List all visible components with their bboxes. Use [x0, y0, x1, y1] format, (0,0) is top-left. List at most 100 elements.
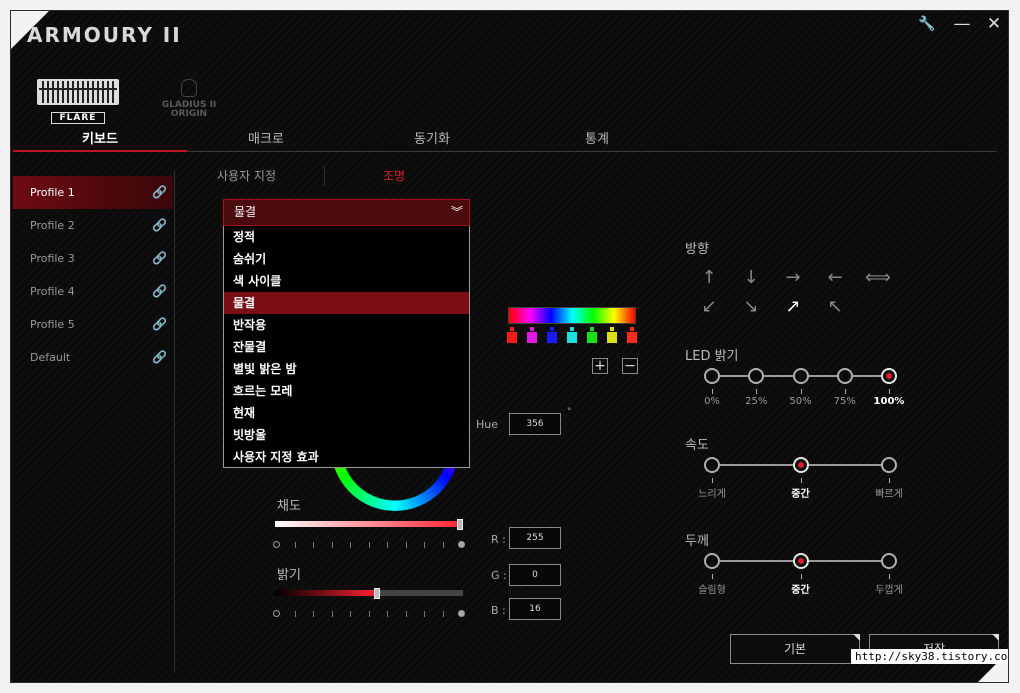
- profile-label: Profile 5: [30, 318, 75, 331]
- slider-tick: [424, 542, 425, 548]
- slider-tick: [387, 611, 388, 617]
- effect-option[interactable]: 색 사이클: [224, 270, 469, 292]
- hue-input[interactable]: 356: [509, 413, 561, 435]
- speed-tick: [800, 478, 802, 483]
- thickness-option[interactable]: [881, 553, 897, 569]
- speed-option[interactable]: [792, 457, 809, 473]
- effect-option[interactable]: 별빛 밝은 밤: [224, 358, 469, 380]
- link-icon[interactable]: 🔗: [152, 242, 167, 275]
- slider-min-dot: [273, 541, 280, 548]
- slider-tick: [442, 542, 444, 548]
- subtab-custom[interactable]: 사용자 지정: [217, 167, 276, 184]
- add-color-button[interactable]: +: [592, 358, 608, 374]
- default-button[interactable]: 기본: [730, 634, 860, 664]
- device-keyboard-label: FLARE: [50, 112, 106, 124]
- arrow-up-left-icon[interactable]: ↖: [823, 296, 847, 318]
- effect-option[interactable]: 흐르는 모레: [224, 380, 469, 402]
- color-spectrum-bar[interactable]: [508, 307, 636, 324]
- led-brightness-option[interactable]: [881, 368, 897, 384]
- led-brightness-option-label: 50%: [789, 396, 812, 407]
- led-brightness-option[interactable]: [792, 368, 809, 384]
- palette-color-swatch[interactable]: [526, 327, 538, 344]
- effect-dropdown[interactable]: 물결 ︾: [223, 199, 470, 226]
- link-icon[interactable]: 🔗: [152, 308, 167, 341]
- tab-macro[interactable]: 매크로: [179, 129, 353, 151]
- slider-min-dot: [273, 610, 280, 617]
- speed-label: 속도: [685, 438, 709, 453]
- link-icon[interactable]: 🔗: [152, 341, 167, 374]
- b-input[interactable]: 16: [509, 598, 561, 620]
- thickness-option[interactable]: [704, 553, 720, 569]
- link-icon[interactable]: 🔗: [152, 176, 167, 209]
- thickness-tick: [889, 574, 890, 579]
- saturation-slider[interactable]: [275, 521, 463, 527]
- palette-color-swatch[interactable]: [586, 327, 598, 344]
- profile-item-4[interactable]: Profile 4 🔗: [13, 275, 173, 308]
- device-keyboard[interactable]: FLARE: [37, 79, 119, 124]
- effect-option[interactable]: 잔물결: [224, 336, 469, 358]
- device-mouse[interactable]: GLADIUS II ORIGIN: [149, 79, 229, 119]
- tab-sync[interactable]: 동기화: [345, 129, 519, 151]
- effect-selected: 물결: [234, 205, 257, 219]
- profile-item-3[interactable]: Profile 3 🔗: [13, 242, 173, 275]
- arrow-down-left-icon[interactable]: ↙: [697, 296, 721, 318]
- effect-option[interactable]: 물결: [224, 292, 469, 314]
- subtab-divider: [324, 166, 325, 186]
- profile-label: Profile 1: [30, 186, 75, 199]
- speed-option-label: 느리게: [698, 489, 726, 500]
- arrow-right-icon[interactable]: →: [781, 267, 805, 289]
- slider-tick: [313, 542, 314, 548]
- palette-color-swatch[interactable]: [566, 327, 578, 344]
- palette-color-swatch[interactable]: [606, 327, 618, 344]
- speed-option[interactable]: [881, 457, 897, 473]
- speed-option[interactable]: [704, 457, 720, 473]
- arrow-down-right-icon[interactable]: ↘: [739, 296, 763, 318]
- led-brightness-tick: [712, 389, 713, 394]
- slider-max-dot: [458, 610, 465, 617]
- slider-tick: [405, 542, 407, 548]
- brightness-slider[interactable]: [275, 590, 463, 596]
- palette-color-swatch[interactable]: [626, 327, 638, 344]
- slider-tick: [331, 542, 333, 548]
- palette-color-swatch[interactable]: [546, 327, 558, 344]
- profile-sidebar: Profile 1 🔗 Profile 2 🔗 Profile 3 🔗 Profile…: [13, 176, 173, 374]
- effect-option[interactable]: 정적: [224, 226, 469, 248]
- close-button[interactable]: ✕: [983, 13, 1005, 35]
- effect-option[interactable]: 사용자 지정 효과: [224, 446, 469, 468]
- arrow-left-right-icon[interactable]: ⟺: [865, 267, 891, 289]
- saturation-slider-knob[interactable]: [457, 519, 463, 530]
- slider-tick: [294, 611, 296, 617]
- palette-color-swatch[interactable]: [506, 327, 518, 344]
- r-input[interactable]: 255: [509, 527, 561, 549]
- profile-item-5[interactable]: Profile 5 🔗: [13, 308, 173, 341]
- thickness-option[interactable]: [792, 553, 809, 569]
- saturation-ticks: [273, 539, 465, 551]
- arrow-down-icon[interactable]: ↓: [739, 267, 763, 289]
- effect-option[interactable]: 빗방울: [224, 424, 469, 446]
- remove-color-button[interactable]: −: [622, 358, 638, 374]
- subtab-lighting[interactable]: 조명: [383, 167, 405, 184]
- led-brightness-option[interactable]: [748, 368, 765, 384]
- tab-stats[interactable]: 통계: [510, 129, 684, 151]
- led-brightness-option[interactable]: [836, 368, 853, 384]
- chevron-down-icon: ︾: [450, 205, 463, 219]
- effect-option[interactable]: 현재: [224, 402, 469, 424]
- g-input[interactable]: 0: [509, 564, 561, 586]
- sidebar-divider: [174, 171, 175, 671]
- effect-option[interactable]: 숨쉬기: [224, 248, 469, 270]
- link-icon[interactable]: 🔗: [152, 209, 167, 242]
- wrench-icon[interactable]: 🔧: [916, 13, 938, 35]
- link-icon[interactable]: 🔗: [152, 275, 167, 308]
- minimize-button[interactable]: —: [951, 13, 973, 35]
- led-brightness-option[interactable]: [704, 368, 720, 384]
- speed-option-label: 중간: [791, 489, 810, 500]
- arrow-up-right-icon[interactable]: ↗: [781, 296, 805, 318]
- arrow-left-icon[interactable]: ←: [823, 267, 847, 289]
- profile-item-1[interactable]: Profile 1 🔗: [13, 176, 173, 209]
- tab-keyboard[interactable]: 키보드: [13, 129, 187, 151]
- brightness-slider-knob[interactable]: [373, 588, 380, 599]
- effect-option[interactable]: 반작용: [224, 314, 469, 336]
- profile-item-2[interactable]: Profile 2 🔗: [13, 209, 173, 242]
- arrow-up-icon[interactable]: ↑: [697, 267, 721, 289]
- profile-item-default[interactable]: Default 🔗: [13, 341, 173, 374]
